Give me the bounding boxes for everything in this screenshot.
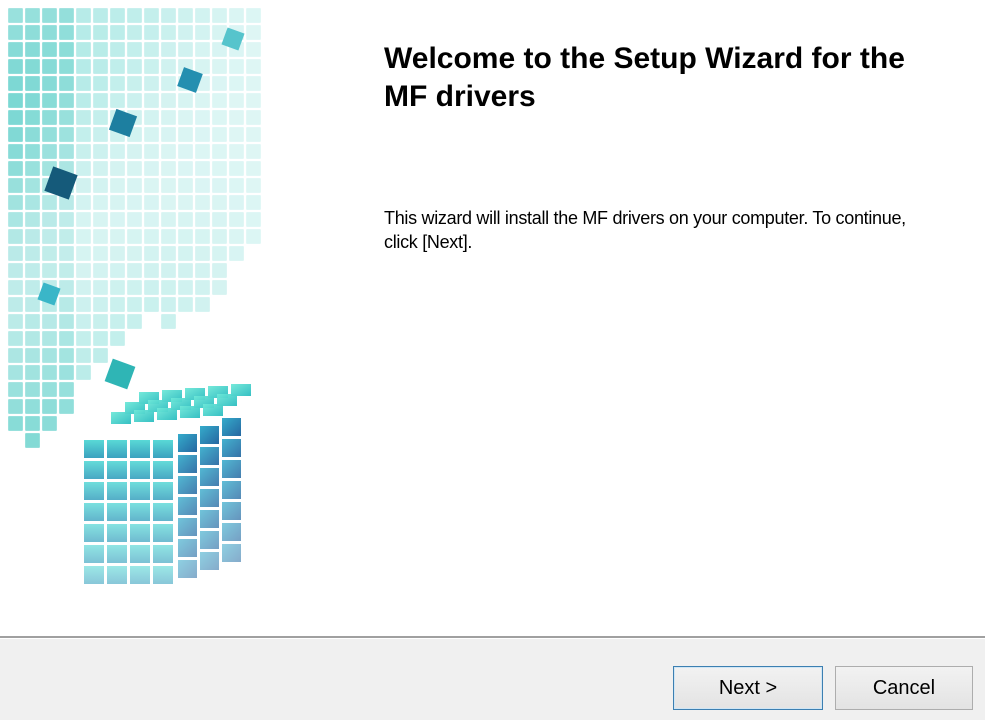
- wizard-content: Welcome to the Setup Wizard for the MF d…: [384, 40, 954, 252]
- cube-blocks-graphic: [0, 0, 330, 636]
- next-button[interactable]: Next >: [673, 666, 823, 710]
- wizard-banner-image: [0, 0, 330, 636]
- wizard-footer: Next > Cancel: [0, 639, 985, 720]
- cancel-button[interactable]: Cancel: [835, 666, 973, 710]
- setup-wizard-window: Welcome to the Setup Wizard for the MF d…: [0, 0, 985, 720]
- page-title: Welcome to the Setup Wizard for the MF d…: [384, 42, 905, 113]
- wizard-description: This wizard will install the MF drivers …: [384, 208, 906, 252]
- wizard-main-panel: Welcome to the Setup Wizard for the MF d…: [0, 0, 985, 636]
